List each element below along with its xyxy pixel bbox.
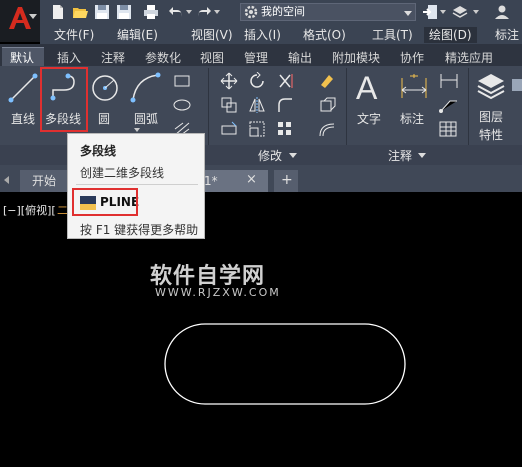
menu-dimension[interactable]: 标注 [495, 27, 519, 43]
dimension-icon [401, 74, 427, 98]
table-icon[interactable] [438, 120, 460, 138]
tabs-scroll-left-icon[interactable] [4, 176, 9, 184]
workspace-switcher[interactable]: 我的空间 [240, 3, 416, 21]
plus-icon: + [281, 172, 293, 188]
array-icon[interactable] [276, 120, 298, 138]
tab-view[interactable]: 视图 [200, 49, 224, 66]
move-icon[interactable] [220, 72, 238, 90]
close-tab-icon[interactable]: × [246, 170, 257, 190]
modify-panel-title[interactable]: 修改 [258, 147, 282, 164]
trim-icon[interactable] [276, 72, 298, 90]
layers-icon[interactable] [452, 4, 468, 20]
tab-insert[interactable]: 插入 [57, 49, 81, 66]
explode-icon[interactable] [318, 96, 336, 114]
arc-icon [130, 72, 161, 103]
hatch-icon[interactable] [172, 96, 194, 114]
offset-icon[interactable] [318, 120, 336, 138]
layer-properties-icon [477, 74, 505, 100]
copy-icon[interactable] [220, 96, 238, 114]
circle-tool-label: 圆 [98, 112, 111, 126]
menu-view[interactable]: 视图(V) [191, 27, 233, 43]
polyline-slot-shape[interactable] [160, 320, 410, 410]
modify-panel-chevron-icon[interactable] [289, 153, 297, 158]
fillet-icon[interactable] [276, 96, 294, 114]
signin-icon[interactable] [494, 4, 510, 20]
annotate-panel-title[interactable]: 注释 [388, 147, 412, 164]
menu-tools[interactable]: 工具(T) [372, 27, 413, 43]
annotate-panel-chevron-icon[interactable] [418, 153, 426, 158]
menu-insert[interactable]: 插入(I) [244, 27, 281, 43]
dimension-tool[interactable]: 标注 [394, 70, 434, 126]
line-tool-label: 直线 [11, 112, 36, 126]
new-icon[interactable] [50, 4, 66, 20]
start-tab[interactable]: 开始 [20, 170, 72, 192]
tab-addins[interactable]: 附加模块 [332, 49, 380, 66]
dimension-tool-label: 标注 [400, 112, 425, 126]
tab-default-label[interactable]: 默认 [10, 49, 34, 66]
line-tool[interactable]: 直线 [6, 70, 40, 126]
stretch-icon[interactable] [220, 120, 238, 138]
rectangle-icon[interactable] [172, 72, 194, 90]
print-icon[interactable] [143, 4, 159, 20]
layer-properties-tool[interactable]: 图层 特性 [472, 70, 512, 142]
tooltip-title: 多段线 [80, 144, 117, 158]
circle-tool[interactable]: 圆 [90, 70, 120, 126]
line-icon [8, 73, 38, 103]
tab-parametric[interactable]: 参数化 [145, 49, 181, 66]
tab-annotate[interactable]: 注释 [101, 49, 125, 66]
mirror-icon[interactable] [248, 96, 266, 114]
save-icon[interactable] [94, 4, 110, 20]
undo-dropdown-icon[interactable] [186, 10, 192, 14]
watermark-url: WWW.RJZXW.COM [155, 286, 281, 299]
layer-properties-label-2: 特性 [479, 128, 504, 142]
layer-state-icon[interactable] [510, 76, 522, 94]
new-tab-button[interactable]: + [274, 170, 298, 192]
open-icon[interactable] [72, 4, 88, 20]
circle-icon [92, 75, 118, 101]
viewport-controls[interactable]: [−][俯视][ [3, 202, 56, 218]
gear-icon [244, 5, 258, 19]
menu-edit[interactable]: 编辑(E) [117, 27, 158, 43]
undo-icon[interactable] [168, 4, 184, 20]
chevron-down-icon [404, 11, 412, 16]
share-dropdown-icon[interactable] [440, 10, 446, 14]
tab-featured-apps[interactable]: 精选应用 [445, 49, 493, 66]
rotate-icon[interactable] [248, 72, 266, 90]
share-icon[interactable] [422, 4, 438, 20]
menu-draw[interactable]: 绘图(D) [424, 27, 477, 43]
arc-dropdown-icon[interactable] [134, 128, 140, 132]
app-menu-chevron-icon [29, 14, 37, 19]
text-a-icon: A [356, 70, 378, 106]
text-tool[interactable]: A 文字 [354, 70, 388, 126]
more-dropdown-icon[interactable] [473, 10, 479, 14]
tooltip-divider [76, 184, 198, 185]
layer-properties-label-1: 图层 [479, 110, 504, 124]
scale-icon[interactable] [248, 120, 266, 138]
tooltip: 多段线 创建二维多段线 PLINE 按 F1 键获得更多帮助 [67, 133, 205, 239]
tab-manage[interactable]: 管理 [244, 49, 268, 66]
redo-icon[interactable] [196, 4, 212, 20]
drawing-tab-label: 1* [204, 174, 218, 188]
tab-collaborate[interactable]: 协作 [400, 49, 424, 66]
command-highlight-box [72, 188, 138, 216]
application-menu-button[interactable] [0, 0, 40, 42]
text-tool-label: 文字 [357, 112, 382, 126]
tooltip-help: 按 F1 键获得更多帮助 [80, 223, 199, 237]
redo-dropdown-icon[interactable] [214, 10, 220, 14]
tab-output[interactable]: 输出 [288, 49, 312, 66]
linear-dimension-icon[interactable] [438, 72, 460, 90]
save-as-icon[interactable] [116, 4, 132, 20]
erase-icon[interactable] [318, 72, 336, 90]
tooltip-description: 创建二维多段线 [80, 166, 165, 180]
arc-tool-label: 圆弧 [134, 112, 159, 126]
polyline-highlight-box [40, 67, 88, 132]
leader-icon[interactable] [438, 96, 460, 114]
start-tab-label: 开始 [32, 174, 57, 188]
arc-tool[interactable]: 圆弧 [126, 70, 166, 126]
workspace-label: 我的空间 [261, 5, 305, 18]
menu-format[interactable]: 格式(O) [303, 27, 346, 43]
menu-file[interactable]: 文件(F) [54, 27, 94, 43]
